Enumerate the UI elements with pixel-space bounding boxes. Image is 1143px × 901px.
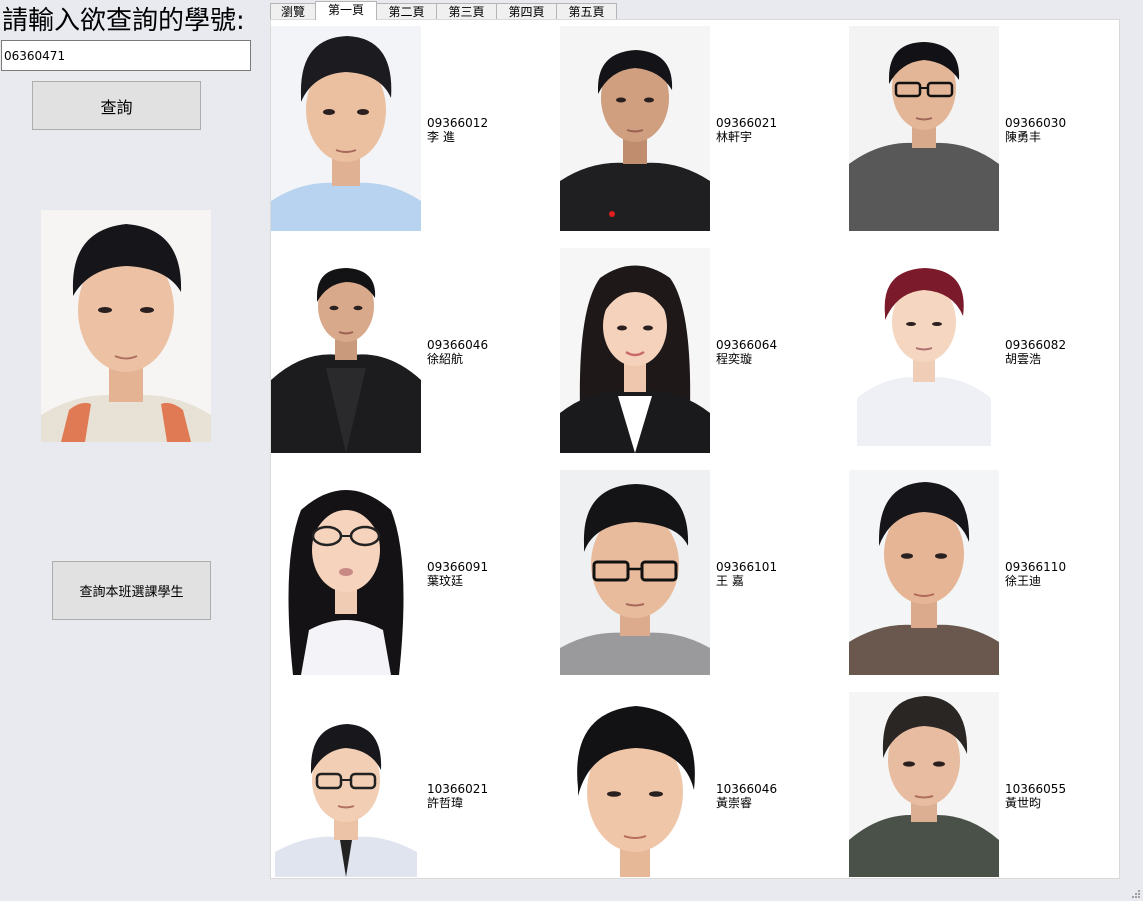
student-name: 程奕璇 — [716, 352, 753, 366]
query-class-students-button[interactable]: 查詢本班選課學生 — [52, 561, 211, 620]
student-photo — [560, 248, 710, 453]
student-name: 李 進 — [427, 130, 455, 144]
tab-page-2[interactable]: 第二頁 — [376, 3, 437, 20]
student-photo — [271, 692, 421, 877]
student-name: 葉玟廷 — [427, 574, 464, 588]
right-gutter — [1120, 19, 1143, 879]
student-id-input[interactable] — [1, 40, 251, 71]
student-name: 黃崇睿 — [716, 796, 753, 810]
student-id: 09366064 — [716, 338, 778, 352]
student-id: 09366091 — [427, 560, 489, 574]
student-name: 徐王迪 — [1005, 574, 1042, 588]
student-id: 09366101 — [716, 560, 778, 574]
student-id-prompt: 請輸入欲查詢的學號: — [2, 6, 245, 36]
tab-browse[interactable]: 瀏覽 — [270, 3, 316, 20]
student-photo — [271, 248, 421, 453]
student-name: 林軒宇 — [716, 130, 753, 144]
student-photo — [271, 26, 421, 231]
student-photo — [849, 26, 999, 231]
student-id: 09366110 — [1005, 560, 1067, 574]
tab-page-5[interactable]: 第五頁 — [556, 3, 617, 20]
page-tabs: 瀏覽 第一頁 第二頁 第三頁 第四頁 第五頁 — [270, 1, 617, 20]
student-id: 10366046 — [716, 782, 778, 796]
selected-student-photo — [41, 210, 211, 442]
student-photo — [849, 470, 999, 675]
tab-page-1[interactable]: 第一頁 — [315, 1, 377, 20]
student-photo — [271, 470, 421, 675]
query-button[interactable]: 查詢 — [32, 81, 201, 130]
student-id: 09366046 — [427, 338, 489, 352]
student-id: 10366055 — [1005, 782, 1067, 796]
student-id: 09366030 — [1005, 116, 1067, 130]
student-name: 王 嘉 — [716, 574, 744, 588]
student-photo — [560, 692, 710, 877]
student-name: 黃世昀 — [1005, 796, 1042, 810]
student-grid: 09366012 李 進 09366021 林軒宇 09366030 陳勇丰 0… — [270, 19, 1120, 879]
student-id: 10366021 — [427, 782, 489, 796]
student-photo — [560, 470, 710, 675]
student-photo — [849, 692, 999, 877]
student-photo — [849, 248, 999, 453]
student-name: 許哲瑋 — [427, 796, 464, 810]
resize-grip-icon[interactable] — [1131, 889, 1141, 899]
student-name: 陳勇丰 — [1005, 130, 1042, 144]
student-name: 胡雲浩 — [1005, 352, 1042, 366]
student-id: 09366012 — [427, 116, 489, 130]
tab-page-3[interactable]: 第三頁 — [436, 3, 497, 20]
student-id: 09366021 — [716, 116, 778, 130]
student-name: 徐紹航 — [427, 352, 464, 366]
student-photo — [560, 26, 710, 231]
student-id: 09366082 — [1005, 338, 1067, 352]
tab-page-4[interactable]: 第四頁 — [496, 3, 557, 20]
